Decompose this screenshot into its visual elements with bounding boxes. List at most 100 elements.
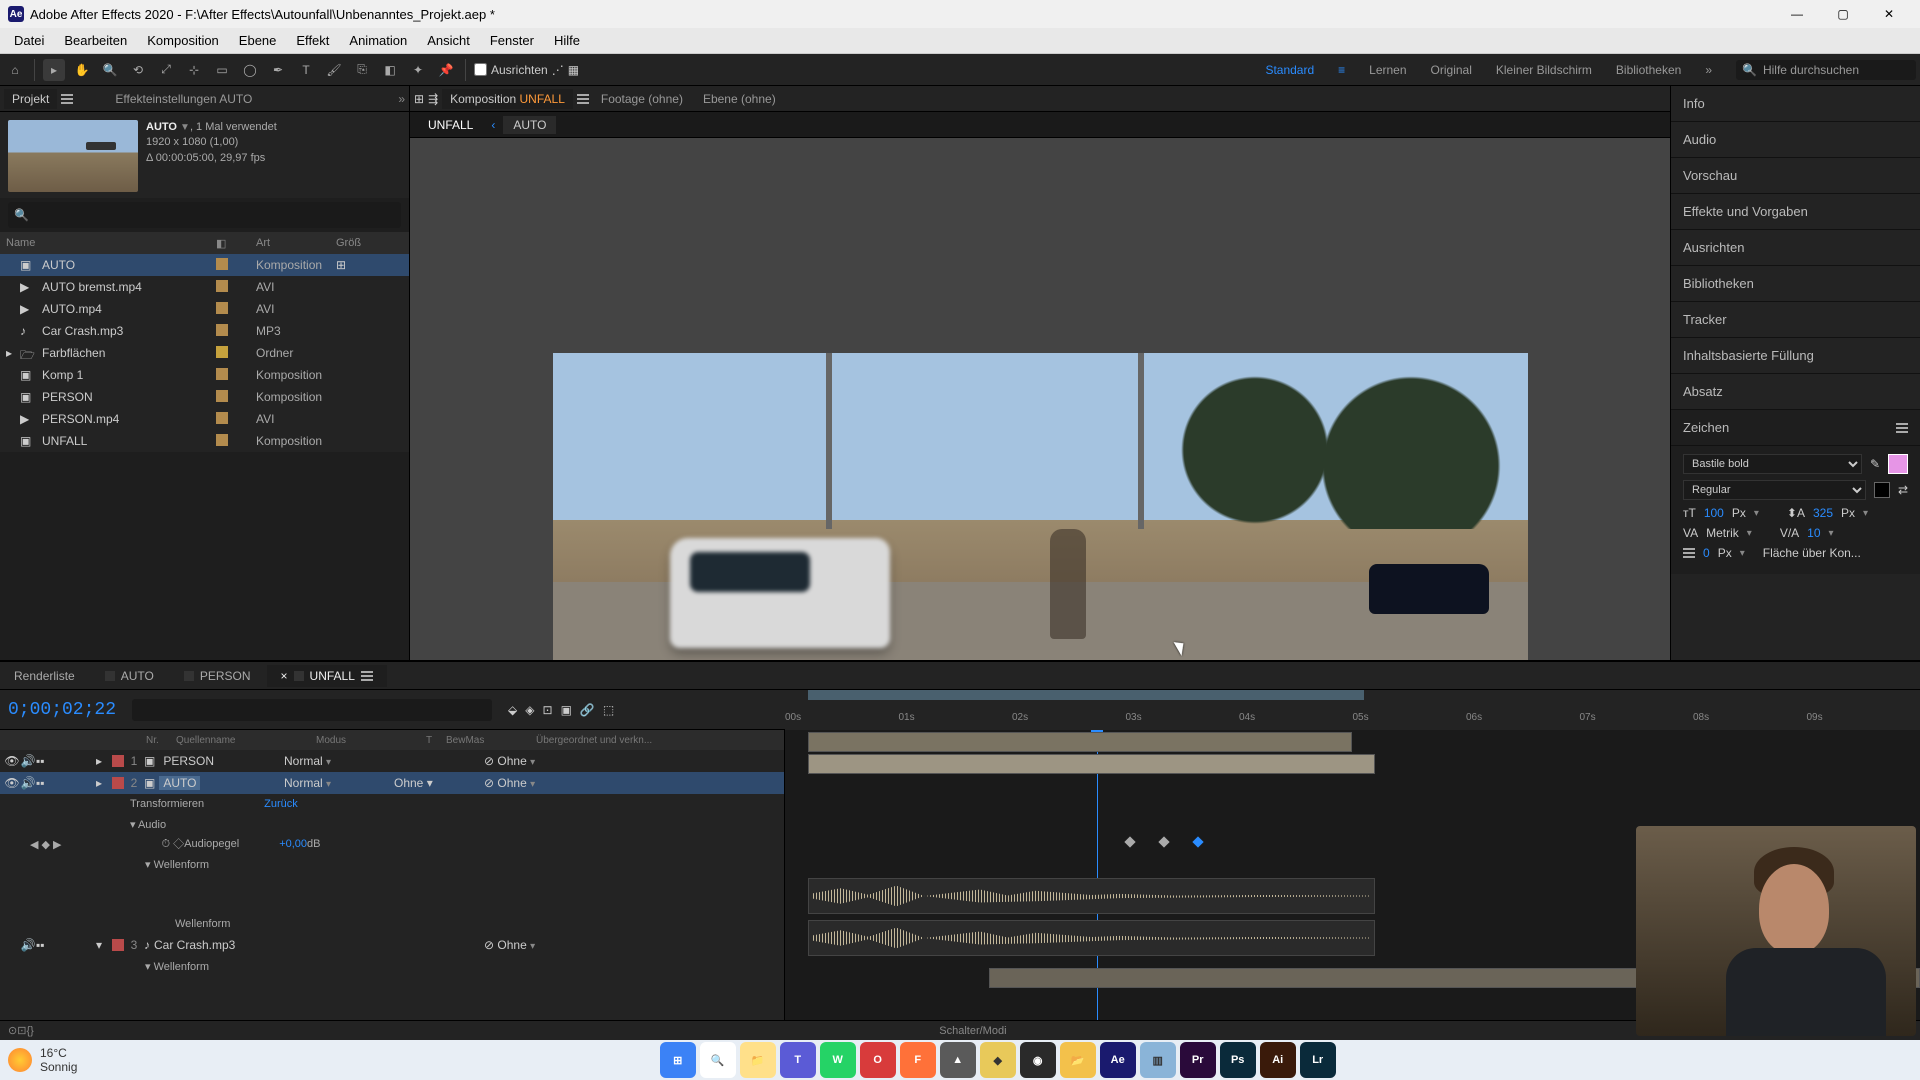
col-swatch[interactable]: ◧ bbox=[216, 237, 256, 250]
kerning-label[interactable]: Metrik bbox=[1706, 526, 1739, 540]
taskbar-start[interactable]: ⊞ bbox=[660, 1042, 696, 1078]
panel-inhaltsbasierte-füllung[interactable]: Inhaltsbasierte Füllung bbox=[1671, 338, 1920, 374]
home-icon[interactable]: ⌂ bbox=[4, 59, 26, 81]
switches-modes-toggle[interactable]: Schalter/Modi bbox=[939, 1025, 1006, 1037]
workspace-standard[interactable]: Standard bbox=[1265, 63, 1314, 77]
char-more-icon[interactable] bbox=[1683, 548, 1695, 558]
taskbar-whatsapp[interactable]: W bbox=[820, 1042, 856, 1078]
leading-value[interactable]: 325 bbox=[1813, 506, 1833, 520]
taskbar-explorer[interactable]: 📁 bbox=[740, 1042, 776, 1078]
taskbar-firefox[interactable]: F bbox=[900, 1042, 936, 1078]
workspace-bibliotheken[interactable]: Bibliotheken bbox=[1616, 63, 1681, 77]
layer-row[interactable]: 🔊▪▪▾3♪Car Crash.mp3⊘ Ohne ▾ bbox=[0, 934, 784, 956]
type-tool[interactable]: T bbox=[295, 59, 317, 81]
layer-property[interactable]: Transformieren Zurück bbox=[0, 794, 784, 814]
workspace-options-icon[interactable]: ≡ bbox=[1338, 63, 1345, 77]
tl-toggle-2[interactable]: ⊡ bbox=[17, 1024, 26, 1037]
keyframe[interactable] bbox=[1124, 836, 1135, 847]
layer-property[interactable] bbox=[0, 874, 784, 914]
layer-track[interactable] bbox=[808, 920, 1376, 956]
tl-tool-4[interactable]: ▣ bbox=[561, 703, 572, 717]
timeline-timecode[interactable]: 0;00;02;22 bbox=[8, 700, 116, 720]
taskbar-ps[interactable]: Ps bbox=[1220, 1042, 1256, 1078]
project-item[interactable]: ▶AUTO bremst.mp4AVI bbox=[0, 276, 409, 298]
snap-checkbox[interactable] bbox=[474, 63, 487, 76]
project-item[interactable]: ▣UNFALLKomposition bbox=[0, 430, 409, 452]
clone-tool[interactable]: ⎘ bbox=[351, 59, 373, 81]
hand-tool[interactable]: ✋ bbox=[71, 59, 93, 81]
layer-tab[interactable]: Ebene (ohne) bbox=[695, 89, 784, 109]
panel-absatz[interactable]: Absatz bbox=[1671, 374, 1920, 410]
project-tab[interactable]: Projekt bbox=[4, 89, 57, 109]
panel-audio[interactable]: Audio bbox=[1671, 122, 1920, 158]
selection-tool[interactable]: ▸ bbox=[43, 59, 65, 81]
brush-tool[interactable]: 🖌 bbox=[323, 59, 345, 81]
comp-tab-menu-icon[interactable] bbox=[577, 94, 589, 104]
panel-vorschau[interactable]: Vorschau bbox=[1671, 158, 1920, 194]
keyframe[interactable] bbox=[1158, 836, 1169, 847]
taskbar-app2[interactable]: ◆ bbox=[980, 1042, 1016, 1078]
project-item[interactable]: ▣PERSONKomposition bbox=[0, 386, 409, 408]
taskbar-opera[interactable]: O bbox=[860, 1042, 896, 1078]
taskbar-obs[interactable]: ◉ bbox=[1020, 1042, 1056, 1078]
composition-tab[interactable]: Komposition UNFALL bbox=[442, 89, 573, 109]
col-name[interactable]: Name bbox=[6, 237, 216, 249]
col-type[interactable]: Art bbox=[256, 237, 336, 249]
menu-bearbeiten[interactable]: Bearbeiten bbox=[54, 30, 137, 51]
workspace-lernen[interactable]: Lernen bbox=[1369, 63, 1406, 77]
layer-property[interactable]: ▾ Wellenform bbox=[0, 854, 784, 874]
timeline-tab-person[interactable]: PERSON bbox=[170, 665, 265, 687]
help-search[interactable]: 🔍 Hilfe durchsuchen bbox=[1736, 60, 1916, 80]
pen-tool[interactable]: ✒ bbox=[267, 59, 289, 81]
project-item[interactable]: ▣Komp 1Komposition bbox=[0, 364, 409, 386]
project-item[interactable]: ♪Car Crash.mp3MP3 bbox=[0, 320, 409, 342]
project-item[interactable]: ▶AUTO.mp4AVI bbox=[0, 298, 409, 320]
tl-tool-6[interactable]: ⬚ bbox=[603, 703, 614, 717]
zoom-tool[interactable]: 🔍 bbox=[99, 59, 121, 81]
layer-track[interactable] bbox=[808, 878, 1376, 914]
anchor-tool[interactable]: ⊹ bbox=[183, 59, 205, 81]
workspace-overflow-icon[interactable]: » bbox=[1705, 63, 1712, 77]
panel-bibliotheken[interactable]: Bibliotheken bbox=[1671, 266, 1920, 302]
taskbar-teams[interactable]: T bbox=[780, 1042, 816, 1078]
menu-komposition[interactable]: Komposition bbox=[137, 30, 229, 51]
taskbar-search[interactable]: 🔍 bbox=[700, 1042, 736, 1078]
menu-hilfe[interactable]: Hilfe bbox=[544, 30, 590, 51]
puppet-tool[interactable]: 📌 bbox=[435, 59, 457, 81]
comp-nav-icon[interactable]: ⊞ bbox=[414, 92, 424, 106]
stroke-width[interactable]: 0 bbox=[1703, 546, 1710, 560]
taskbar-pr[interactable]: Pr bbox=[1180, 1042, 1216, 1078]
snap-grid-icon[interactable]: ▦ bbox=[568, 63, 579, 77]
panel-info[interactable]: Info bbox=[1671, 86, 1920, 122]
menu-animation[interactable]: Animation bbox=[339, 30, 417, 51]
tl-tool-3[interactable]: ⊡ bbox=[543, 703, 553, 717]
layer-row[interactable]: 👁🔊▪▪▸1▣PERSONNormal ▾⊘ Ohne ▾ bbox=[0, 750, 784, 772]
taskbar-ae[interactable]: Ae bbox=[1100, 1042, 1136, 1078]
layer-row[interactable]: 👁🔊▪▪▸2▣AUTONormal ▾Ohne ▾⊘ Ohne ▾ bbox=[0, 772, 784, 794]
footage-tab[interactable]: Footage (ohne) bbox=[593, 89, 691, 109]
font-family-select[interactable]: Bastile bold bbox=[1683, 454, 1862, 474]
project-item[interactable]: ▶PERSON.mp4AVI bbox=[0, 408, 409, 430]
taskbar-app1[interactable]: ▲ bbox=[940, 1042, 976, 1078]
timeline-search[interactable] bbox=[132, 699, 492, 721]
taskbar-lr[interactable]: Lr bbox=[1300, 1042, 1336, 1078]
stroke-color-swatch[interactable] bbox=[1874, 482, 1890, 498]
work-area-bar[interactable] bbox=[808, 690, 1364, 700]
weather-widget[interactable]: 16°C Sonnig bbox=[8, 1046, 77, 1074]
panel-zeichen[interactable]: Zeichen bbox=[1671, 410, 1920, 446]
taskbar-ai[interactable]: Ai bbox=[1260, 1042, 1296, 1078]
maximize-button[interactable]: ▢ bbox=[1820, 0, 1866, 28]
effect-settings-tab[interactable]: Effekteinstellungen AUTO bbox=[107, 89, 260, 109]
layer-property[interactable]: Wellenform bbox=[0, 914, 784, 934]
tracking-value[interactable]: 10 bbox=[1807, 526, 1820, 540]
fill-over-stroke[interactable]: Fläche über Kon... bbox=[1763, 546, 1861, 560]
eyedropper-icon[interactable]: ✎ bbox=[1870, 457, 1880, 471]
menu-ebene[interactable]: Ebene bbox=[229, 30, 287, 51]
rect-tool[interactable]: ▭ bbox=[211, 59, 233, 81]
fill-color-swatch[interactable] bbox=[1888, 454, 1908, 474]
tl-tool-1[interactable]: ⬙ bbox=[508, 703, 517, 717]
layer-track[interactable] bbox=[808, 754, 1376, 774]
menu-ansicht[interactable]: Ansicht bbox=[417, 30, 480, 51]
roto-tool[interactable]: ✦ bbox=[407, 59, 429, 81]
breadcrumb-unfall[interactable]: UNFALL bbox=[418, 116, 483, 134]
